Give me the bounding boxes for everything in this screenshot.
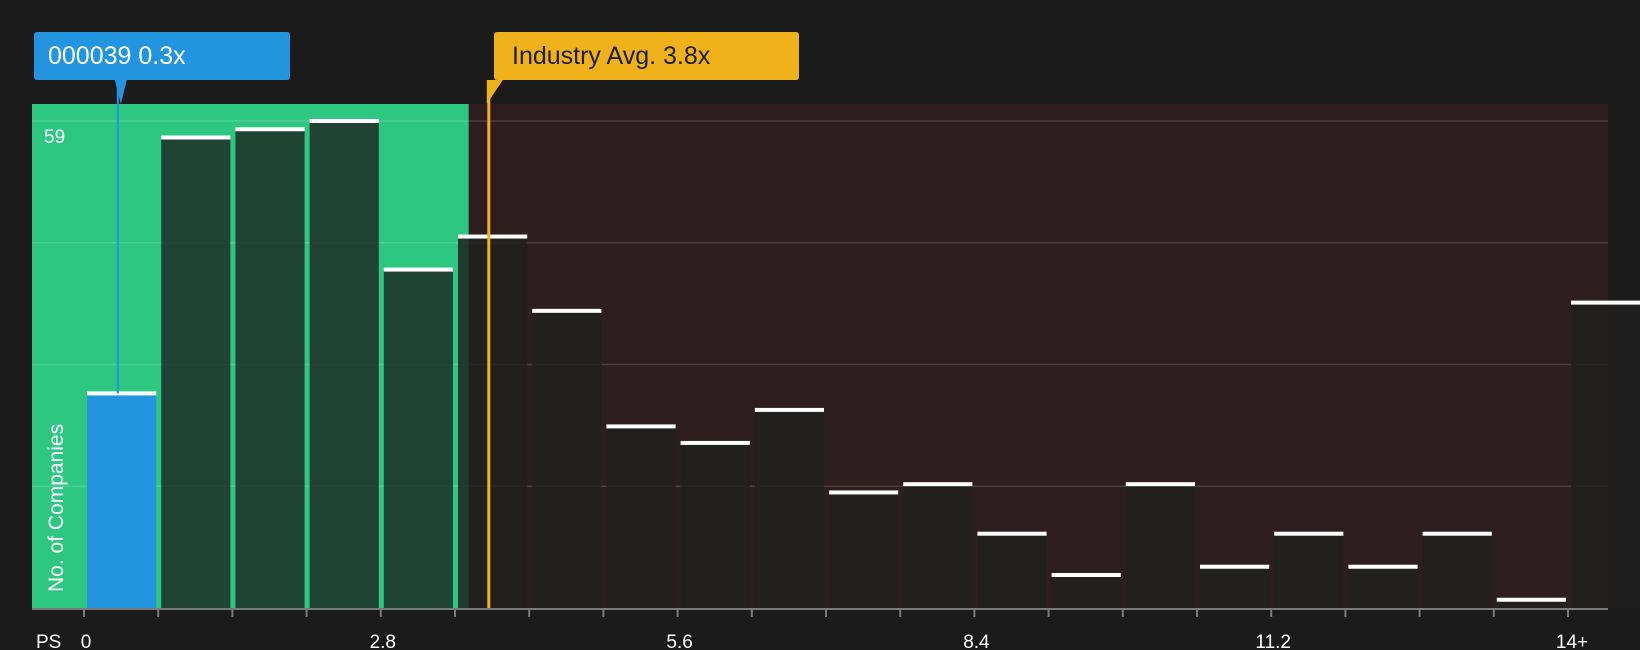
bar-cap bbox=[1348, 564, 1418, 569]
x-axis-label: PS bbox=[36, 632, 61, 650]
bar bbox=[383, 267, 453, 608]
bar bbox=[1125, 482, 1195, 608]
bar bbox=[977, 531, 1047, 608]
bar bbox=[829, 490, 899, 608]
bar-cap bbox=[1051, 572, 1121, 577]
industry-average-callout: Industry Avg. 3.8x bbox=[494, 32, 799, 80]
bar-cap bbox=[1274, 531, 1344, 536]
bar bbox=[1200, 564, 1270, 608]
bar bbox=[606, 424, 676, 608]
bar bbox=[161, 135, 231, 608]
bar bbox=[532, 308, 602, 608]
company-callout-pointer bbox=[114, 80, 127, 104]
bar-cap bbox=[87, 391, 157, 396]
bar bbox=[754, 407, 824, 608]
bar bbox=[235, 127, 305, 608]
bar-cap bbox=[1200, 564, 1270, 569]
x-tick-label: 0 bbox=[81, 632, 92, 650]
bar bbox=[1274, 531, 1344, 608]
x-tick-label: 11.2 bbox=[1255, 632, 1291, 650]
bar bbox=[903, 482, 973, 608]
bar bbox=[87, 391, 157, 608]
bar bbox=[1496, 597, 1566, 608]
bar-cap bbox=[754, 407, 824, 412]
bar bbox=[458, 234, 528, 608]
x-axis-ticks: 0 2.8 5.6 8.4 11.2 14+ bbox=[81, 609, 1588, 650]
bar-cap bbox=[1422, 531, 1492, 536]
bar-cap bbox=[458, 234, 528, 239]
x-tick-label: 14+ bbox=[1556, 632, 1588, 650]
bar-cap bbox=[977, 531, 1047, 536]
x-tick-label: 8.4 bbox=[963, 632, 990, 650]
bar bbox=[1348, 564, 1418, 608]
y-axis-max-label: 59 bbox=[44, 127, 65, 148]
bar-cap bbox=[532, 308, 602, 313]
ps-distribution-chart: 0 2.8 5.6 8.4 11.2 14+ 59 No. of Companies PS bbox=[32, 80, 1640, 650]
bar-cap bbox=[1571, 300, 1640, 305]
bar-cap bbox=[829, 490, 899, 495]
bar-cap bbox=[680, 440, 750, 445]
bar-cap bbox=[606, 424, 676, 429]
y-axis-label: No. of Companies bbox=[45, 424, 68, 592]
bar bbox=[1571, 300, 1640, 608]
bar bbox=[680, 440, 750, 608]
bar-cap bbox=[1496, 597, 1566, 602]
company-callout: 000039 0.3x bbox=[34, 32, 290, 80]
bar-cap bbox=[161, 135, 231, 140]
bar-cap bbox=[235, 127, 305, 132]
bar-cap bbox=[903, 482, 973, 487]
bar-cap bbox=[309, 119, 379, 123]
bar bbox=[309, 119, 379, 608]
bar bbox=[1422, 531, 1492, 608]
bar-cap bbox=[383, 267, 453, 272]
x-tick-label: 2.8 bbox=[370, 632, 396, 650]
x-tick-label: 5.6 bbox=[666, 632, 692, 650]
industry-callout-pointer bbox=[486, 80, 503, 104]
bar bbox=[1051, 572, 1121, 608]
bar-cap bbox=[1125, 482, 1195, 487]
